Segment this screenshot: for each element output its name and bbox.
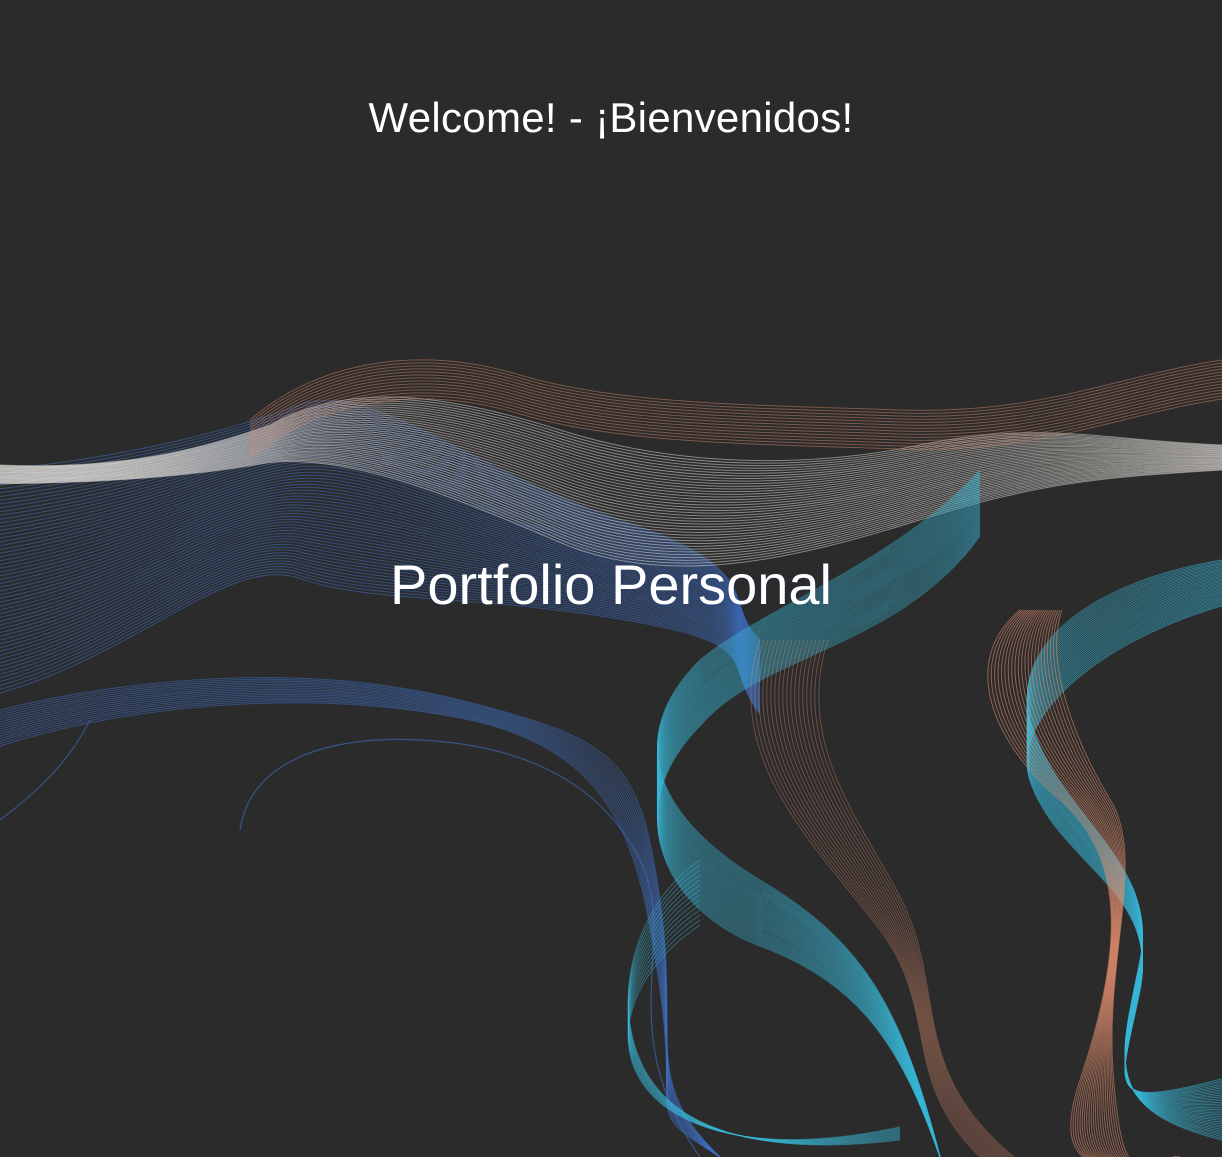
wave-line (990, 609, 1180, 1157)
wave-line (0, 682, 721, 1157)
wave-line (0, 677, 721, 1157)
wave-line (798, 639, 1005, 1157)
wave-line (0, 685, 721, 1157)
wave-line (239, 738, 701, 1157)
wave-line (0, 688, 721, 1157)
wave-line (778, 639, 995, 1157)
wave-line (987, 609, 1180, 1157)
wave-line (0, 700, 721, 1157)
wave-line (802, 639, 1007, 1157)
wave-line (249, 359, 1222, 421)
portfolio-landing-page: Welcome! - ¡Bienvenidos! Portfolio Perso… (0, 0, 1222, 1157)
wave-line (0, 693, 721, 1157)
portfolio-title: Portfolio Personal (389, 553, 832, 616)
wave-line (0, 683, 721, 1157)
wave-line (0, 687, 721, 1157)
welcome-heading: Welcome! - ¡Bienvenidos! (368, 94, 854, 141)
wave-line (249, 374, 1222, 436)
wave-line (0, 680, 721, 1157)
wave-layer-white (0, 396, 1222, 567)
wave-line (249, 380, 1222, 442)
wave-line (0, 690, 721, 1157)
wave-line (774, 639, 993, 1157)
wave-line (249, 371, 1222, 433)
wave-line (249, 365, 1222, 427)
wave-line (0, 702, 721, 1157)
wave-line (0, 678, 721, 1157)
wave-line (0, 697, 721, 1157)
wave-line (806, 639, 1009, 1157)
